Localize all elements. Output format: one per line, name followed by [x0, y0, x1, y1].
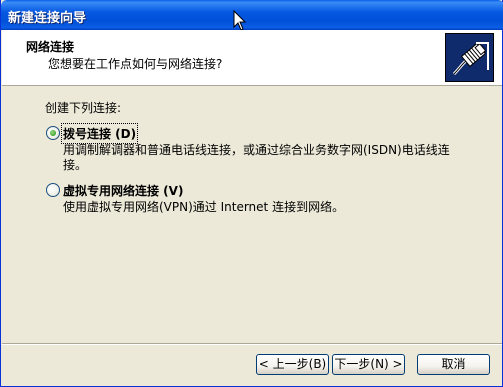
- radio-dialup[interactable]: [46, 126, 60, 140]
- title-bar[interactable]: 新建连接向导: [1, 0, 503, 31]
- mouse-cursor-icon: [233, 10, 247, 31]
- radio-vpn-label[interactable]: 虚拟专用网络连接 (V): [63, 182, 183, 199]
- section-label: 创建下列连接:: [45, 101, 122, 115]
- radio-vpn[interactable]: [46, 183, 60, 197]
- vpn-description: 使用虚拟专用网络(VPN)通过 Internet 连接到网络。: [63, 200, 345, 214]
- dialup-description: 用调制解调器和普通电话线连接，或通过综合业务数字网(ISDN)电话线连接。: [63, 143, 450, 172]
- wizard-window: 新建连接向导 网络连接 您想要在工作点如何与网络连接? 创建下列连接: 拨号连接…: [0, 0, 503, 387]
- radio-dialup-label[interactable]: 拨号连接 (D): [60, 123, 139, 144]
- header-title: 网络连接: [26, 40, 75, 54]
- network-plug-icon: [445, 33, 494, 82]
- footer-divider: [2, 343, 502, 345]
- cancel-button[interactable]: 取消: [417, 354, 490, 375]
- back-button[interactable]: < 上一步(B): [256, 354, 329, 375]
- wizard-header: 网络连接 您想要在工作点如何与网络连接?: [2, 30, 502, 86]
- header-subtitle: 您想要在工作点如何与网络连接?: [48, 57, 223, 71]
- next-button[interactable]: 下一步(N) >: [332, 354, 405, 375]
- radio-selected-dot: [50, 130, 56, 136]
- window-title: 新建连接向导: [8, 11, 87, 26]
